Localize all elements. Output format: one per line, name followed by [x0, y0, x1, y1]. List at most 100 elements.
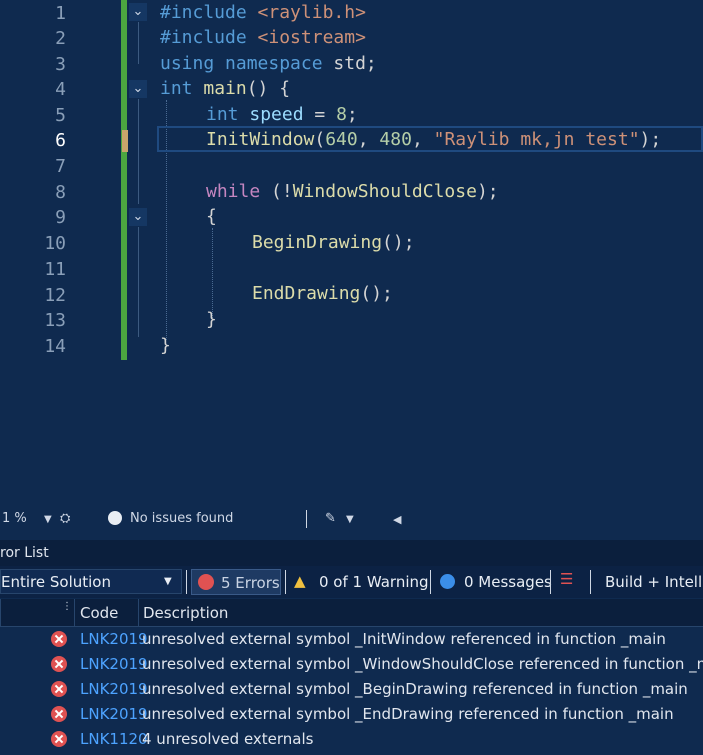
table-row[interactable]: LNK2019 unresolved external symbol _EndD… — [0, 702, 703, 727]
error-icon — [51, 731, 67, 747]
column-divider — [74, 599, 75, 626]
code-line-9[interactable]: { — [206, 204, 217, 229]
token: 640 — [325, 129, 358, 150]
code-line-1[interactable]: #include <raylib.h> — [160, 0, 366, 25]
token: EndDrawing — [252, 283, 361, 304]
build-filter-dropdown[interactable]: Build + IntelliS — [605, 573, 703, 591]
line-number: 9 — [55, 207, 66, 228]
token: <iostream> — [257, 27, 366, 48]
token: , — [357, 129, 380, 150]
code-line-3[interactable]: using namespace std; — [160, 51, 377, 76]
fold-toggle-icon[interactable]: ⌄ — [129, 3, 147, 21]
info-icon — [440, 574, 455, 589]
error-icon — [51, 631, 67, 647]
line-number: 13 — [44, 310, 66, 331]
code-line-14[interactable]: } — [160, 333, 171, 358]
line-number: 7 — [55, 156, 66, 177]
token: #include — [160, 2, 258, 23]
token: main — [203, 78, 247, 99]
line-number: 11 — [44, 259, 66, 280]
separator — [430, 570, 431, 594]
error-list-toolbar: Entire Solution ▼ 5 Errors ▲ 0 of 1 Warn… — [0, 566, 703, 598]
errors-filter-button[interactable]: 5 Errors — [191, 569, 281, 595]
token: <raylib.h> — [257, 2, 366, 23]
column-divider — [138, 599, 139, 626]
token: ); — [476, 181, 499, 202]
column-divider — [0, 599, 1, 626]
filter-icon[interactable]: ☰ — [560, 570, 573, 588]
token: WindowShouldClose — [292, 181, 477, 202]
table-row[interactable]: LNK2019 unresolved external symbol _Begi… — [0, 677, 703, 702]
code-line-6[interactable]: InitWindow(640, 480, "Raylib mk,jn test"… — [206, 127, 661, 152]
issues-status[interactable]: No issues found — [130, 511, 233, 526]
panel-title: ror List — [0, 545, 49, 561]
line-number: 14 — [44, 336, 66, 357]
column-sort-icon[interactable]: ⋮ — [62, 601, 72, 612]
token: ); — [639, 129, 662, 150]
table-row[interactable]: LNK2019 unresolved external symbol _Wind… — [0, 652, 703, 677]
fold-toggle-icon[interactable]: ⌄ — [129, 80, 147, 98]
separator — [550, 570, 551, 594]
code-line-10[interactable]: BeginDrawing(); — [252, 230, 415, 255]
error-description: unresolved external symbol _EndDrawing r… — [142, 705, 674, 723]
column-code[interactable]: Code — [80, 604, 118, 622]
error-code-link[interactable]: LNK1120 — [80, 730, 148, 748]
table-row[interactable]: LNK1120 4 unresolved externals — [0, 727, 703, 752]
chevron-down-icon: ▼ — [164, 576, 172, 587]
separator — [590, 570, 591, 594]
errors-count: 5 Errors — [221, 574, 280, 592]
code-line-5[interactable]: int speed = 8; — [206, 102, 358, 127]
token: InitWindow — [206, 129, 315, 150]
messages-filter-button[interactable]: 0 Messages — [464, 573, 552, 591]
token: std; — [333, 53, 377, 74]
code-line-2[interactable]: #include <iostream> — [160, 25, 366, 50]
error-code-link[interactable]: LNK2019 — [80, 680, 148, 698]
code-line-4[interactable]: int main() { — [160, 76, 290, 101]
code-line-12[interactable]: EndDrawing(); — [252, 281, 393, 306]
line-number-active: 6 — [55, 130, 66, 151]
chevron-down-icon[interactable]: ▼ — [346, 514, 354, 525]
token: } — [160, 335, 171, 356]
code-editor[interactable]: 1 2 3 4 5 6 7 8 9 10 11 12 13 14 ⌄ ⌄ ⌄ #… — [0, 0, 703, 505]
token: "Raylib mk,jn test" — [433, 129, 640, 150]
fold-line — [138, 22, 139, 64]
error-description: 4 unresolved externals — [142, 730, 314, 748]
intellicode-icon[interactable]: ⛭ — [60, 511, 70, 526]
scope-dropdown[interactable]: Entire Solution ▼ — [0, 569, 182, 594]
scroll-left-icon[interactable]: ◀ — [393, 513, 401, 526]
error-icon — [198, 574, 214, 590]
token: 8 — [336, 104, 347, 125]
error-code-link[interactable]: LNK2019 — [80, 655, 148, 673]
line-number: 1 — [55, 3, 66, 24]
code-line-13[interactable]: } — [206, 307, 217, 332]
error-description: unresolved external symbol _InitWindow r… — [142, 630, 666, 648]
error-code-link[interactable]: LNK2019 — [80, 705, 148, 723]
token: } — [206, 309, 217, 330]
warnings-filter-button[interactable]: 0 of 1 Warning — [319, 573, 429, 591]
current-line-marker — [122, 130, 128, 152]
separator — [186, 570, 187, 594]
zoom-level[interactable]: 1 % — [2, 511, 27, 526]
token: int — [206, 104, 250, 125]
token: #include — [160, 27, 258, 48]
fold-toggle-icon[interactable]: ⌄ — [129, 208, 147, 226]
editor-status-bar: 1 % ▼ ⛭ No issues found ✎ ▼ ◀ — [0, 505, 703, 532]
chevron-down-icon[interactable]: ▼ — [44, 514, 52, 525]
fold-line — [138, 227, 139, 337]
token: (); — [382, 232, 415, 253]
line-number: 10 — [44, 233, 66, 254]
code-cleanup-icon[interactable]: ✎ — [325, 511, 336, 526]
code-line-8[interactable]: while (!WindowShouldClose); — [206, 179, 499, 204]
error-list-title-bar: ror List — [0, 540, 703, 566]
token: namespace — [225, 53, 334, 74]
line-number: 2 — [55, 28, 66, 49]
indent-guide — [212, 228, 213, 318]
column-description[interactable]: Description — [143, 604, 228, 622]
token: 480 — [379, 129, 412, 150]
error-code-link[interactable]: LNK2019 — [80, 630, 148, 648]
line-number: 8 — [55, 182, 66, 203]
line-number: 12 — [44, 285, 66, 306]
change-tracking-bar — [121, 0, 127, 360]
token: BeginDrawing — [252, 232, 383, 253]
table-row[interactable]: LNK2019 unresolved external symbol _Init… — [0, 627, 703, 652]
